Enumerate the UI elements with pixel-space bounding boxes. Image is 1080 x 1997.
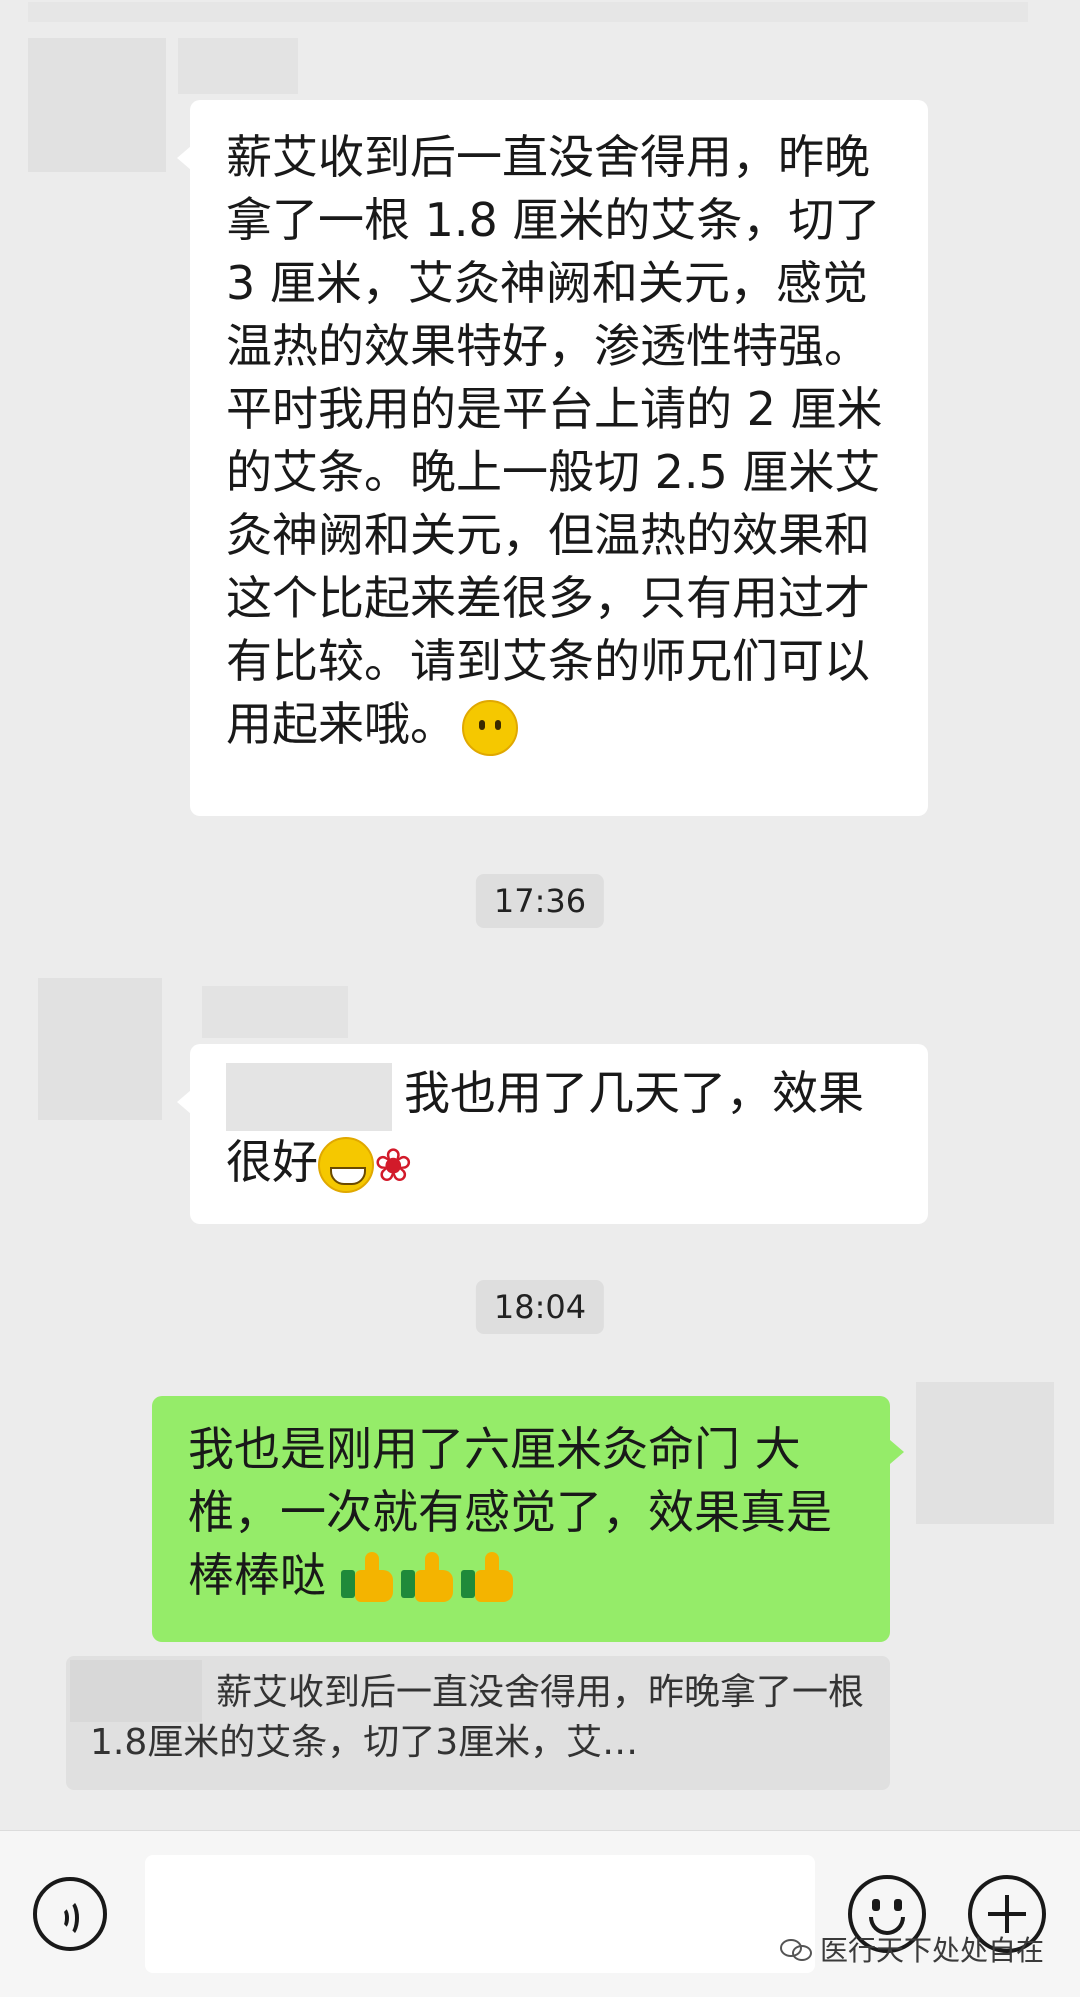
message-input[interactable] xyxy=(145,1855,815,1973)
mention-blur xyxy=(226,1062,392,1131)
sender-name xyxy=(202,986,348,1038)
watermark: 医行天下处处自在 xyxy=(779,1929,1044,1969)
message-text: 我也是刚用了六厘米灸命门 大椎，一次就有感觉了，效果真是棒棒哒 xyxy=(188,1422,832,1602)
quote-text: 薪艾收到后一直没舍得用，昨晚拿了一根1.8厘米的艾条，切了3厘米，艾… xyxy=(90,1672,865,1763)
avatar[interactable] xyxy=(38,978,162,1120)
timestamp: 18:04 xyxy=(475,1280,605,1334)
input-bar: 医行天下处处自在 xyxy=(0,1830,1080,1997)
quoted-message[interactable]: 薪艾收到后一直没舍得用，昨晚拿了一根1.8厘米的艾条，切了3厘米，艾… xyxy=(66,1656,890,1790)
wechat-icon xyxy=(779,1935,814,1963)
chat-area: 薪艾收到后一直没舍得用，昨晚拿了一根 1.8 厘米的艾条，切了 3 厘米，艾灸神… xyxy=(0,0,1080,1830)
timestamp: 17:36 xyxy=(475,874,605,928)
thumbs-up-icon xyxy=(340,1551,397,1602)
smile-icon xyxy=(462,699,518,756)
bubble-tail xyxy=(890,1440,904,1464)
sender-name xyxy=(178,38,298,94)
message-bubble[interactable]: 薪艾收到后一直没舍得用，昨晚拿了一根 1.8 厘米的艾条，切了 3 厘米，艾灸神… xyxy=(190,100,928,816)
message-text: 薪艾收到后一直没舍得用，昨晚拿了一根 1.8 厘米的艾条，切了 3 厘米，艾灸神… xyxy=(226,126,898,756)
avatar-self[interactable] xyxy=(916,1382,1054,1524)
message-bubble-self[interactable]: 我也是刚用了六厘米灸命门 大椎，一次就有感觉了，效果真是棒棒哒 xyxy=(152,1396,890,1642)
watermark-text: 医行天下处处自在 xyxy=(819,1934,1044,1967)
top-blur xyxy=(28,2,1028,22)
bubble-tail xyxy=(177,1090,191,1114)
message-bubble[interactable]: 我也用了几天了，效果很好 ❀ xyxy=(190,1044,928,1224)
thumbs-up-icon xyxy=(400,1551,457,1602)
thumbs-up-icon xyxy=(460,1551,517,1602)
voice-icon[interactable] xyxy=(33,1877,107,1951)
rose-icon: ❀ xyxy=(374,1137,413,1192)
avatar[interactable] xyxy=(28,38,166,172)
message-text: 我也用了几天了，效果很好 ❀ xyxy=(226,1062,898,1197)
grin-icon xyxy=(318,1137,374,1193)
bubble-tail xyxy=(177,146,191,170)
